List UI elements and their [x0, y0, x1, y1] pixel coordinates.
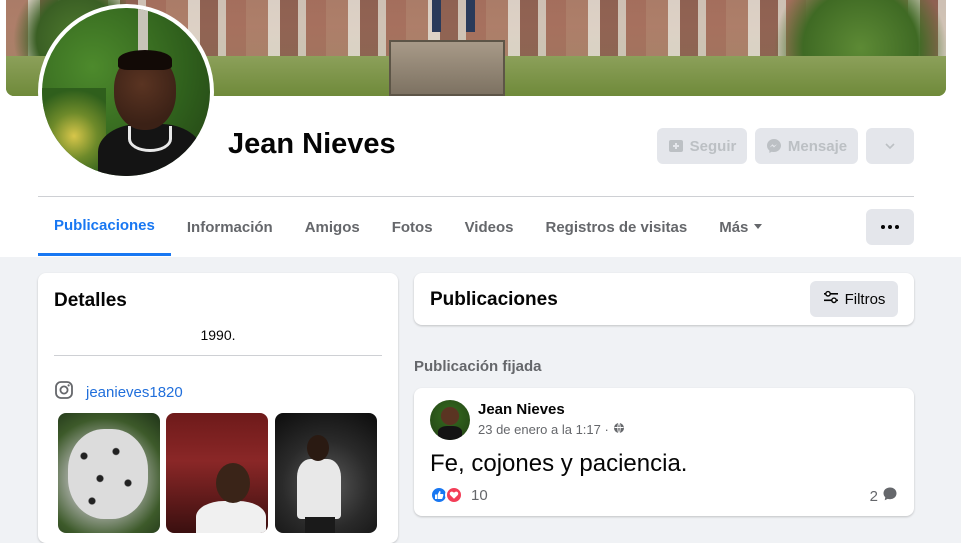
post-author-name[interactable]: Jean Nieves: [478, 401, 565, 418]
comment-icon: [882, 486, 898, 506]
tab-amigos[interactable]: Amigos: [289, 198, 376, 256]
tab-videos[interactable]: Videos: [449, 198, 530, 256]
filters-label: Filtros: [844, 290, 886, 308]
tabs-more-button[interactable]: [866, 209, 914, 245]
post-reactions[interactable]: 10: [430, 486, 488, 504]
caret-down-icon: [754, 223, 763, 229]
sliders-icon: [823, 289, 839, 309]
love-icon: [445, 486, 463, 504]
post-text: Fe, cojones y paciencia.: [430, 450, 688, 477]
posts-header-card: Publicaciones Filtros: [414, 273, 914, 325]
profile-tabs: Publicaciones Información Amigos Fotos V…: [38, 198, 778, 256]
details-title: Detalles: [54, 290, 127, 311]
instagram-icon: [54, 380, 74, 405]
tab-mas[interactable]: Más: [703, 198, 778, 256]
details-year: 1990.: [200, 327, 236, 343]
tab-label: Videos: [464, 218, 514, 236]
comment-count: 2: [869, 487, 878, 505]
details-divider: [54, 355, 382, 356]
more-dots-icon: [881, 225, 899, 229]
posts-title: Publicaciones: [430, 289, 558, 310]
tab-label: Más: [719, 218, 749, 236]
photo-thumbnail[interactable]: [58, 413, 160, 533]
instagram-link[interactable]: jeanieves1820: [86, 384, 183, 401]
tab-label: Registros de visitas: [545, 218, 688, 236]
message-button-label: Mensaje: [787, 137, 848, 155]
post-card: Jean Nieves 23 de enero a la 1:17 · Fe, …: [414, 388, 914, 516]
message-button[interactable]: Mensaje: [755, 128, 858, 164]
profile-name: Jean Nieves: [228, 128, 396, 160]
add-follow-icon: [668, 138, 684, 154]
filters-button[interactable]: Filtros: [810, 281, 898, 317]
post-author-avatar[interactable]: [430, 400, 470, 440]
header-divider: [38, 196, 914, 197]
chevron-down-icon: [884, 140, 896, 152]
tab-label: Amigos: [304, 218, 360, 236]
instagram-row: jeanieves1820: [54, 380, 183, 405]
tab-registros-de-visitas[interactable]: Registros de visitas: [529, 198, 703, 256]
messenger-icon: [766, 138, 782, 154]
photo-thumbnail[interactable]: [166, 413, 268, 533]
post-timestamp[interactable]: 23 de enero a la 1:17 ·: [478, 422, 609, 437]
more-options-button[interactable]: [866, 128, 914, 164]
profile-avatar[interactable]: [38, 4, 214, 180]
reaction-count: 10: [471, 486, 488, 504]
follow-button[interactable]: Seguir: [657, 128, 747, 164]
tab-fotos[interactable]: Fotos: [376, 198, 449, 256]
pinned-post-label: Publicación fijada: [414, 358, 542, 375]
tab-label: Publicaciones: [54, 217, 155, 234]
follow-button-label: Seguir: [689, 137, 737, 155]
details-card: Detalles 1990. jeanieves1820: [38, 273, 398, 543]
globe-icon: [613, 422, 625, 437]
profile-header: Jean Nieves Seguir Mensaje Publicaciones…: [0, 0, 961, 257]
photo-thumbnail[interactable]: [275, 413, 377, 533]
post-meta: 23 de enero a la 1:17 ·: [478, 422, 625, 437]
post-comments-count[interactable]: 2: [870, 486, 898, 506]
tab-informacion[interactable]: Información: [171, 198, 289, 256]
tab-label: Fotos: [391, 218, 433, 236]
tab-publicaciones[interactable]: Publicaciones: [38, 198, 171, 256]
tab-label: Información: [186, 218, 273, 236]
